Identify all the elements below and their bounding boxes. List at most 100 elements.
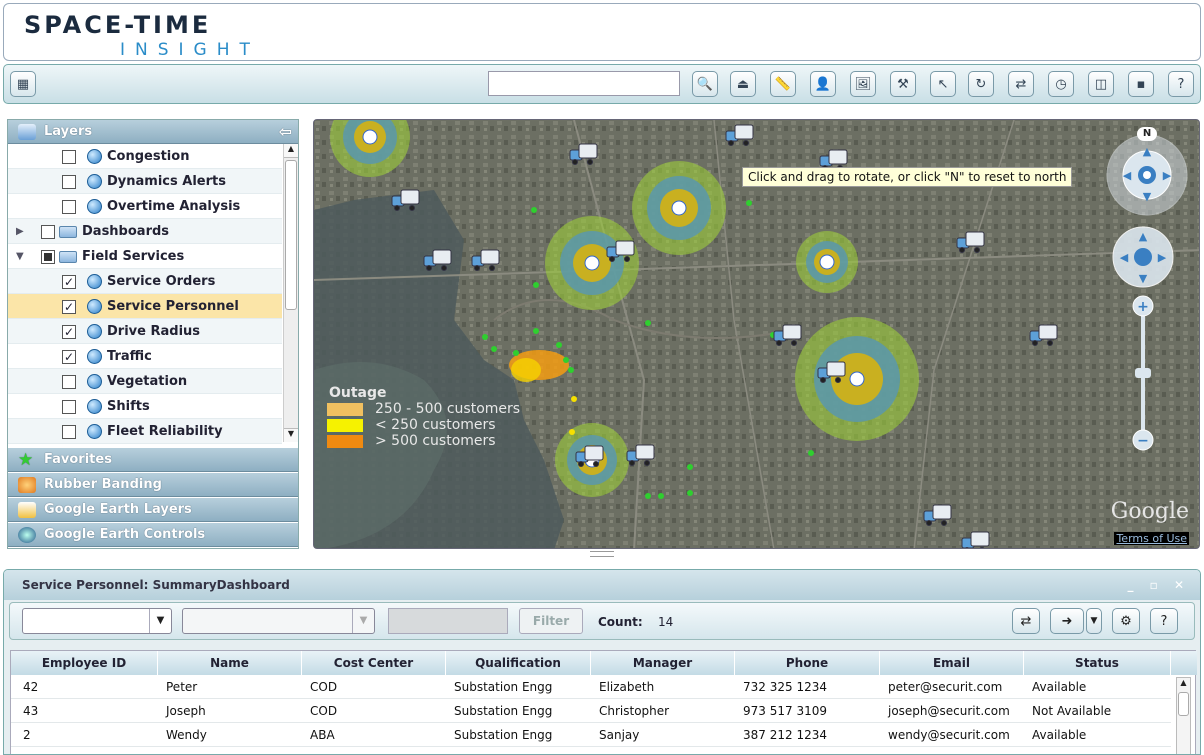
tree-item-field-services[interactable]: ▼ Field Services (8, 244, 282, 269)
checkbox[interactable]: ✓ (62, 275, 76, 289)
checkbox[interactable] (62, 375, 76, 389)
tree-item-dynamics-alerts[interactable]: Dynamics Alerts (8, 169, 282, 194)
tree-item-overtime-analysis[interactable]: Overtime Analysis (8, 194, 282, 219)
window-controls[interactable]: _ ▫ ✕ (1127, 570, 1190, 600)
drive-radius-5[interactable] (795, 317, 919, 441)
clock-icon[interactable]: ◷ (1048, 71, 1074, 97)
hand-icon[interactable] (1134, 248, 1152, 266)
tree-item-traffic[interactable]: ✓ Traffic (8, 344, 282, 369)
pointer-icon[interactable]: ↖ (930, 71, 956, 97)
checkbox[interactable] (41, 250, 55, 264)
checkbox[interactable] (62, 200, 76, 214)
export-icon[interactable]: ➜ (1050, 608, 1084, 634)
splitter-handle[interactable] (590, 551, 614, 557)
gear-icon[interactable]: ⚙ (1112, 608, 1140, 634)
checkbox[interactable] (62, 425, 76, 439)
google-earth-layers-header[interactable]: Google Earth Layers (8, 498, 298, 522)
layers-stack-icon (18, 502, 36, 518)
tree-item-service-personnel[interactable]: ✓ Service Personnel (8, 294, 282, 319)
column-header[interactable]: Status (1024, 651, 1171, 675)
column-header[interactable]: Email (880, 651, 1024, 675)
checkbox[interactable]: ✓ (62, 300, 76, 314)
person-icon[interactable]: 👤 (810, 71, 836, 97)
search-input[interactable] (488, 71, 680, 96)
tree-scrollbar[interactable]: ▲ ▼ (283, 144, 298, 442)
table-cell: wendy@securit.com (888, 728, 1010, 742)
eject-icon[interactable]: ⏏ (730, 71, 756, 97)
table-cell: peter@securit.com (888, 680, 1003, 694)
help-icon[interactable]: ? (1168, 71, 1194, 97)
chevron-down-icon[interactable]: ▼ (149, 609, 171, 633)
table-row[interactable]: 2 Wendy ABA Substation Engg Sanjay 387 2… (11, 723, 1171, 747)
logo-line2: INSIGHT (120, 40, 260, 60)
star-icon: ★ (18, 450, 34, 470)
svg-text:−: − (1137, 433, 1149, 449)
checkbox[interactable] (62, 175, 76, 189)
tree-item-service-orders[interactable]: ✓ Service Orders (8, 269, 282, 294)
tree-item-congestion[interactable]: Congestion (8, 144, 282, 169)
checkbox[interactable]: ✓ (62, 325, 76, 339)
rubber-banding-header[interactable]: Rubber Banding (8, 473, 298, 497)
column-header[interactable]: Qualification (446, 651, 591, 675)
count-label: Count: (598, 615, 643, 629)
window-icon[interactable]: ▪ (1128, 71, 1154, 97)
google-earth-controls-header[interactable]: Google Earth Controls (8, 523, 298, 547)
tools-icon[interactable]: ⚒ (890, 71, 916, 97)
drive-radius-3[interactable] (545, 216, 639, 310)
panel-icon[interactable]: ◫ (1088, 71, 1114, 97)
favorites-header[interactable]: ★ Favorites (8, 448, 298, 472)
tree-item-dashboards[interactable]: ▶ Dashboards (8, 219, 282, 244)
checkbox[interactable] (62, 150, 76, 164)
filter-button[interactable]: Filter (519, 608, 583, 634)
column-header[interactable]: Cost Center (302, 651, 446, 675)
checkbox[interactable]: ✓ (62, 350, 76, 364)
svg-text:▶: ▶ (1158, 251, 1167, 264)
tree-item-fleet-reliability[interactable]: Fleet Reliability (8, 419, 282, 444)
filter-text-input[interactable] (388, 608, 508, 634)
logo-line1: SPACE-TIME (24, 11, 212, 39)
layers-panel: Layers ⇦ Congestion Dynamics Alerts Over… (7, 119, 299, 549)
table-cell: ABA (310, 728, 335, 742)
zoom-icon[interactable]: 🔍 (692, 71, 718, 97)
tree-item-drive-radius[interactable]: ✓ Drive Radius (8, 319, 282, 344)
globe-icon (87, 424, 102, 439)
checkbox[interactable] (41, 225, 55, 239)
tree-item-label: Congestion (107, 149, 190, 164)
expand-arrow-icon[interactable]: ▶ (16, 219, 24, 244)
drive-radius-2[interactable] (632, 161, 726, 255)
terms-of-use-link[interactable]: Terms of Use (1114, 532, 1189, 545)
checkbox[interactable] (62, 400, 76, 414)
column-header[interactable]: Manager (591, 651, 735, 675)
sync-icon[interactable]: ⇄ (1008, 71, 1034, 97)
sync-icon[interactable]: ⇄ (1012, 608, 1040, 634)
svg-text:▲: ▲ (1139, 230, 1148, 243)
filter-field-select[interactable]: ▼ (22, 608, 172, 634)
ruler-icon[interactable]: 📏 (770, 71, 796, 97)
zoom-thumb[interactable] (1135, 368, 1151, 378)
table-row[interactable]: 43 Joseph COD Substation Engg Christophe… (11, 699, 1171, 723)
collapse-arrow-icon[interactable]: ⇦ (279, 120, 292, 144)
rubber-band-icon (18, 477, 36, 493)
column-header[interactable]: Employee ID (11, 651, 158, 675)
layers-header[interactable]: Layers ⇦ (8, 120, 298, 144)
column-header[interactable]: Phone (735, 651, 880, 675)
globe-icon (87, 399, 102, 414)
refresh-icon[interactable]: ↻ (968, 71, 994, 97)
tree-item-vegetation[interactable]: Vegetation (8, 369, 282, 394)
column-header[interactable]: Name (158, 651, 302, 675)
filter-value-select[interactable]: ▼ (182, 608, 375, 634)
table-icon[interactable]: ▦ (10, 71, 36, 97)
legend-label: > 500 customers (375, 433, 496, 449)
table-scrollbar[interactable]: ▲ (1176, 677, 1191, 754)
map-view[interactable]: ▲ ▼ ◀ ▶ ▲ ▼ ◀ ▶ + − N Click and drag to … (313, 119, 1200, 549)
north-indicator[interactable]: N (1137, 127, 1157, 141)
tree-item-label: Drive Radius (107, 324, 201, 339)
chevron-down-icon[interactable]: ▼ (1086, 608, 1102, 634)
collapse-arrow-icon[interactable]: ▼ (16, 244, 24, 269)
table-row[interactable]: 42 Peter COD Substation Engg Elizabeth 7… (11, 675, 1171, 699)
help-icon[interactable]: ? (1150, 608, 1178, 634)
drive-radius-4[interactable] (796, 231, 858, 293)
tree-item-shifts[interactable]: Shifts (8, 394, 282, 419)
photo-icon[interactable]: 🖼 (850, 71, 876, 97)
chevron-down-icon[interactable]: ▼ (352, 609, 374, 633)
